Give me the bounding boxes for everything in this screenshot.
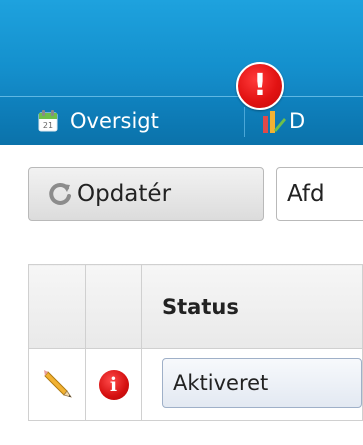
update-button[interactable]: Opdatér — [28, 167, 264, 221]
nav-item-oversigt[interactable]: 21 Oversigt — [38, 97, 159, 145]
pencil-icon[interactable] — [42, 368, 72, 398]
app-header — [0, 0, 363, 96]
refresh-icon — [49, 182, 71, 205]
info-cell: i — [85, 348, 142, 421]
svg-text:21: 21 — [43, 121, 53, 130]
info-icon[interactable]: i — [98, 369, 129, 400]
department-select[interactable]: Afd — [276, 167, 363, 221]
column-header-status[interactable]: Status — [141, 264, 363, 349]
nav-item-label: D — [289, 109, 306, 133]
chart-icon — [263, 111, 286, 133]
nav-item-label: Oversigt — [70, 109, 159, 133]
status-cell: Aktiveret — [141, 348, 363, 421]
main-nav: 21 Oversigt D — [0, 96, 363, 145]
update-button-label: Opdatér — [77, 181, 172, 207]
nav-separator — [244, 107, 245, 137]
edit-cell — [27, 348, 87, 421]
column-header-info — [85, 264, 142, 349]
calendar-icon: 21 — [38, 110, 58, 132]
table-row: i Aktiveret — [27, 348, 363, 421]
status-select[interactable]: Aktiveret — [162, 357, 362, 408]
alert-badge-icon[interactable]: ! — [236, 62, 284, 110]
table-header-row: Status — [27, 264, 363, 349]
column-header-edit — [27, 264, 87, 349]
department-select-value: Afd — [287, 181, 325, 207]
data-table: Status i Aktiveret — [27, 264, 363, 421]
